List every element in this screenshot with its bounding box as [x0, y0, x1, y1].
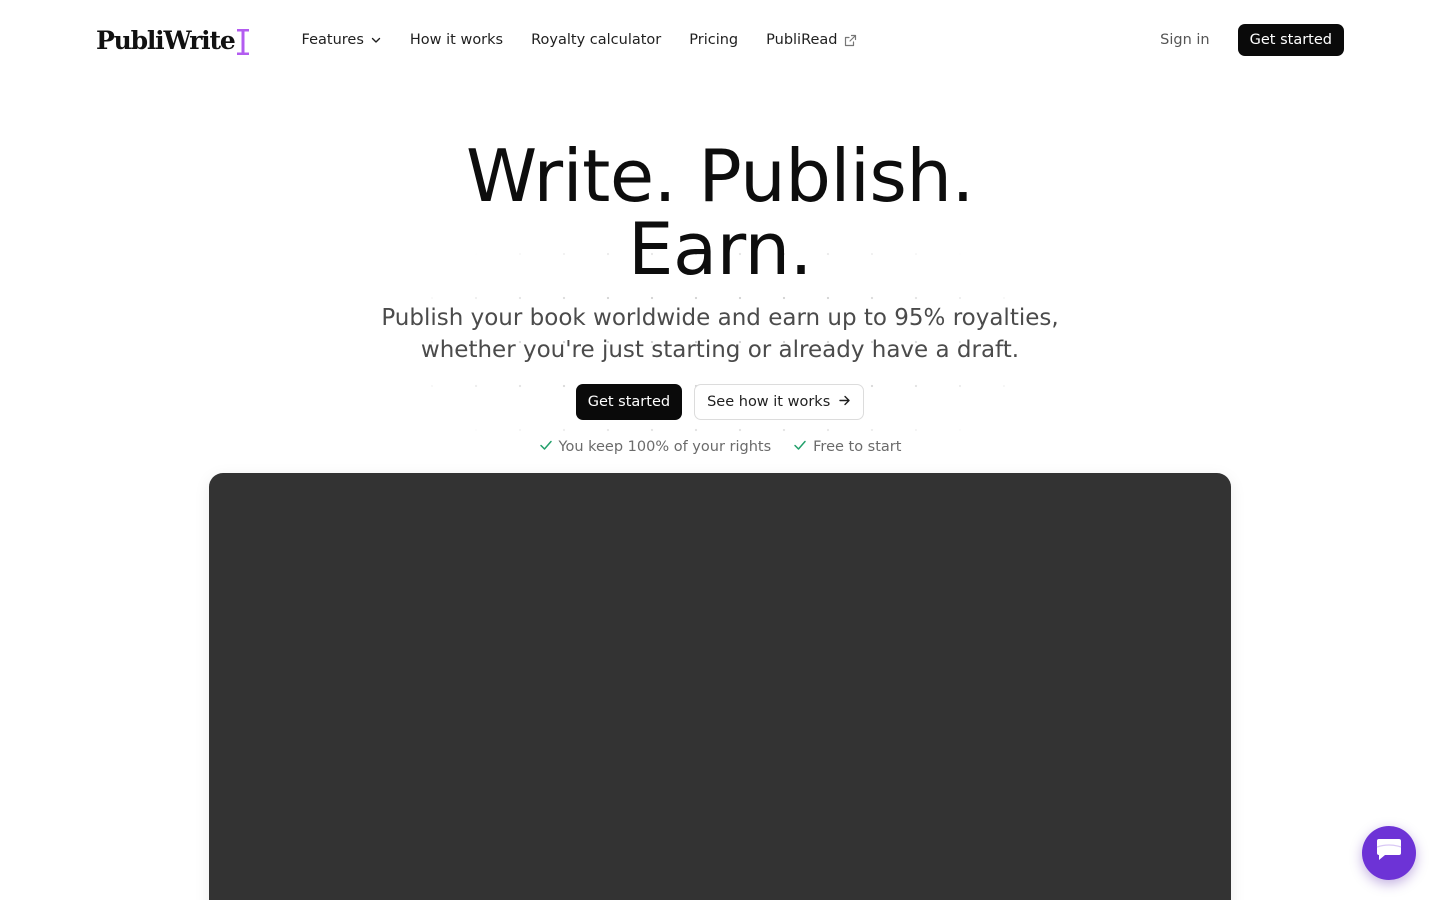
benefit-rights: You keep 100% of your rights: [539, 438, 772, 456]
hero-subtitle-line-1: Publish your book worldwide and earn up …: [381, 305, 1059, 331]
hero-title-line-2: Earn.: [628, 207, 812, 291]
top-nav-bar: PubliWrite Features How it works Royalty…: [0, 0, 1440, 80]
header-actions: Sign in Get started: [1160, 24, 1344, 56]
see-how-it-works-button[interactable]: See how it works: [694, 384, 865, 420]
nav-features-label: Features: [301, 32, 364, 48]
nav-features[interactable]: Features: [302, 32, 382, 48]
nav-how-it-works-label: How it works: [409, 32, 504, 48]
header-get-started-button[interactable]: Get started: [1237, 24, 1344, 56]
benefit-free: Free to start: [793, 438, 901, 456]
nav-royalty-calculator[interactable]: Royalty calculator: [531, 32, 661, 48]
chevron-down-icon: [370, 34, 382, 46]
text-cursor-icon: [236, 28, 250, 56]
hero-title: Write. Publish. Earn.: [0, 140, 1440, 286]
sign-in-link[interactable]: Sign in: [1160, 32, 1209, 48]
nav-how-it-works[interactable]: How it works: [410, 32, 503, 48]
main-nav: Features How it works Royalty calculator…: [302, 32, 857, 48]
nav-publiread[interactable]: PubliRead: [766, 32, 856, 48]
chat-icon: [1374, 838, 1404, 868]
check-icon: [539, 438, 553, 456]
nav-pricing[interactable]: Pricing: [689, 32, 738, 48]
hero-cta-group: Get started See how it works: [0, 384, 1440, 420]
hero-get-started-button[interactable]: Get started: [575, 384, 683, 420]
external-link-icon: [844, 34, 857, 47]
arrow-right-icon: [838, 394, 851, 411]
nav-pricing-label: Pricing: [689, 32, 739, 48]
hero-title-line-1: Write. Publish.: [466, 134, 974, 218]
chat-widget-button[interactable]: [1362, 826, 1416, 880]
brand-logo[interactable]: PubliWrite: [96, 20, 250, 60]
nav-publiread-label: PubliRead: [766, 32, 838, 48]
hero-benefits: You keep 100% of your rights Free to sta…: [0, 438, 1440, 456]
hero-subtitle-line-2: whether you're just starting or already …: [420, 337, 1020, 363]
check-icon: [793, 438, 807, 456]
see-how-it-works-label: See how it works: [707, 394, 831, 410]
product-video-frame[interactable]: [209, 473, 1231, 900]
brand-name: PubliWrite: [96, 25, 236, 55]
benefit-free-label: Free to start: [813, 439, 902, 455]
benefit-rights-label: You keep 100% of your rights: [558, 439, 772, 455]
hero-section: Write. Publish. Earn. Publish your book …: [0, 140, 1440, 456]
nav-royalty-calculator-label: Royalty calculator: [531, 32, 662, 48]
hero-subtitle: Publish your book worldwide and earn up …: [0, 302, 1440, 366]
